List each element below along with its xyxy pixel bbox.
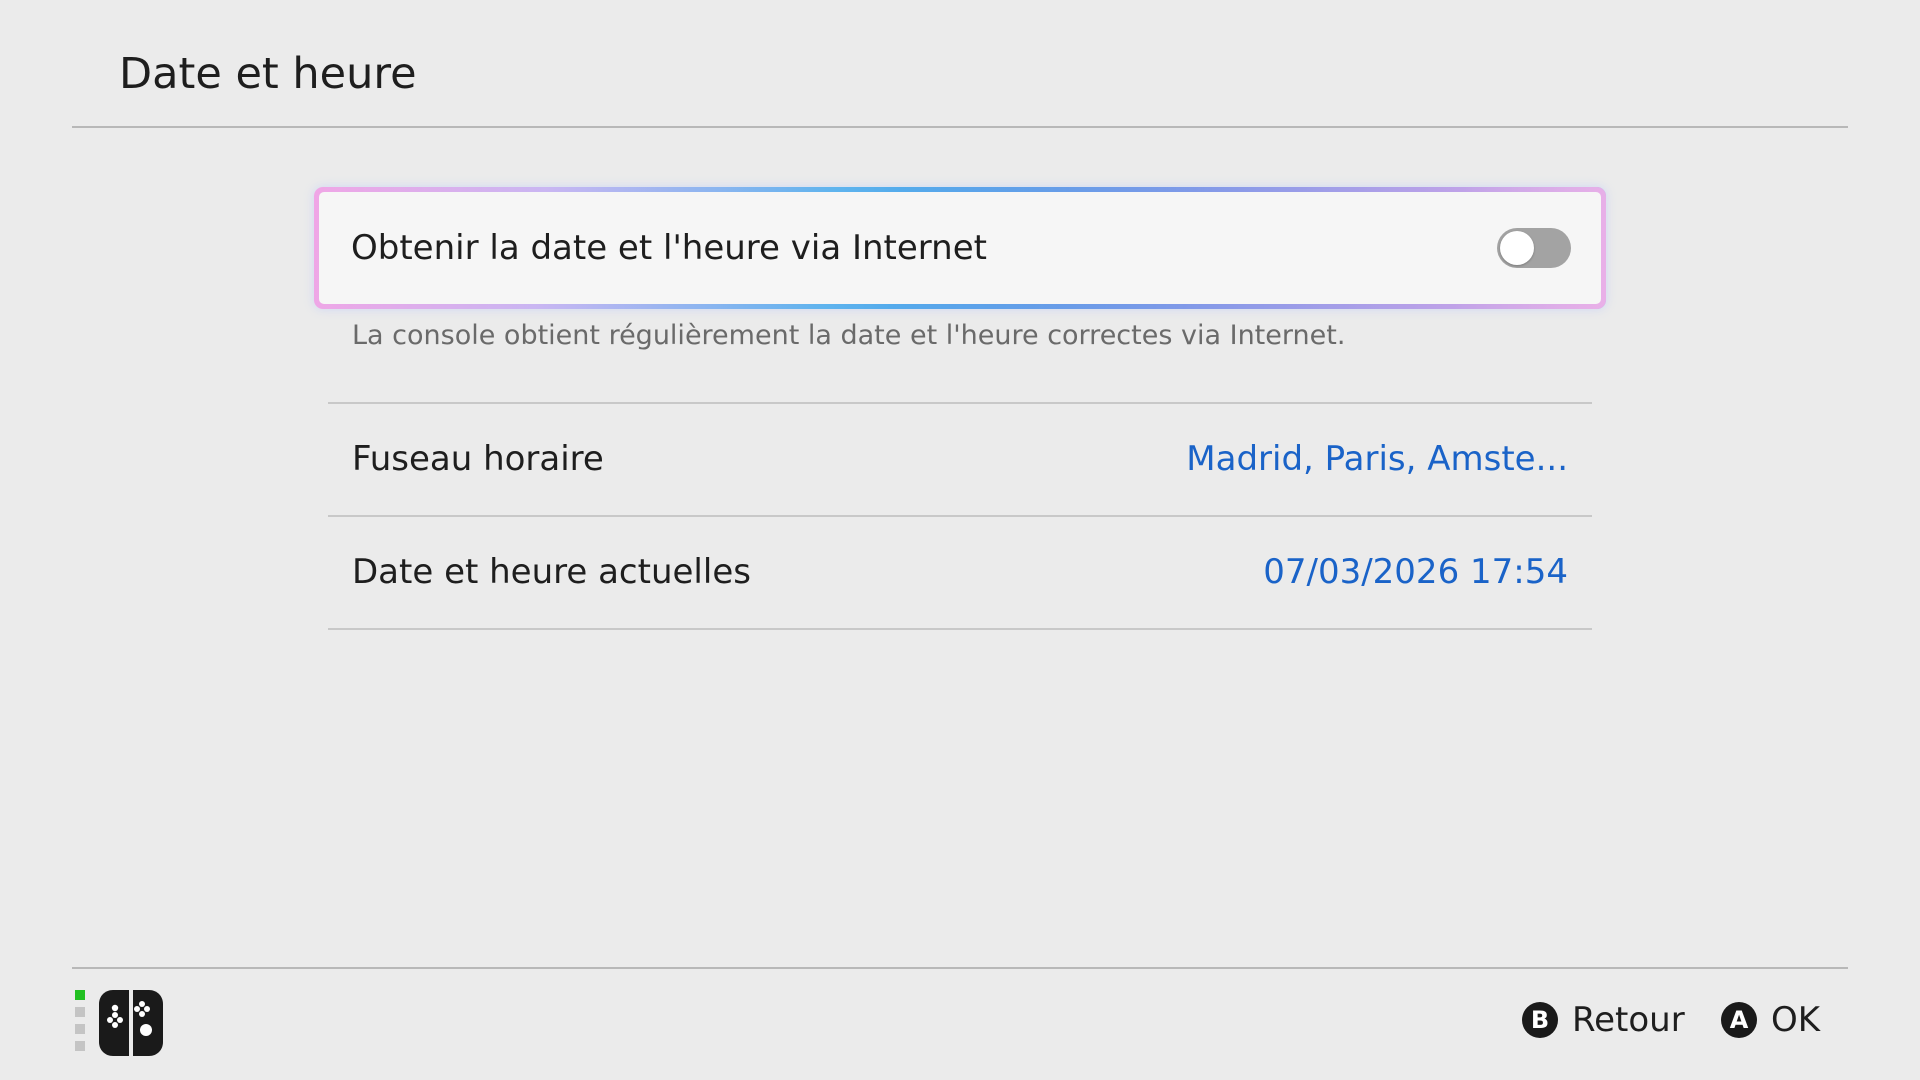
footer-divider: [72, 967, 1848, 969]
current-datetime-label: Date et heure actuelles: [352, 552, 751, 592]
row-divider: [328, 628, 1592, 630]
internet-sync-label: Obtenir la date et l'heure via Internet: [351, 228, 987, 268]
player-led-1: [75, 990, 85, 1000]
setting-row-current-datetime[interactable]: Date et heure actuelles 07/03/2026 17:54: [328, 517, 1592, 627]
joycon-pair-icon: [99, 990, 163, 1056]
settings-screen: Date et heure Obtenir la date et l'heure…: [0, 0, 1920, 1080]
toggle-knob: [1500, 231, 1534, 265]
timezone-label: Fuseau horaire: [352, 439, 604, 479]
current-datetime-value: 07/03/2026 17:54: [1263, 552, 1568, 592]
timezone-value: Madrid, Paris, Amste...: [1186, 439, 1568, 479]
player-led-2: [75, 1007, 85, 1017]
player-led-4: [75, 1041, 85, 1051]
internet-sync-description: La console obtient régulièrement la date…: [352, 320, 1346, 351]
player-led-indicator: [75, 990, 85, 1052]
player-led-3: [75, 1024, 85, 1034]
setting-row-timezone[interactable]: Fuseau horaire Madrid, Paris, Amste...: [328, 404, 1592, 514]
controller-status: [75, 990, 165, 1056]
a-button-icon: A: [1721, 1002, 1757, 1038]
back-label: Retour: [1572, 1000, 1685, 1040]
back-action[interactable]: B Retour: [1522, 1000, 1685, 1040]
b-button-icon: B: [1522, 1002, 1558, 1038]
internet-sync-row[interactable]: Obtenir la date et l'heure via Internet: [319, 192, 1601, 304]
header-divider: [72, 126, 1848, 128]
ok-action[interactable]: A OK: [1721, 1000, 1820, 1040]
ok-label: OK: [1771, 1000, 1821, 1040]
internet-sync-row-focus[interactable]: Obtenir la date et l'heure via Internet: [314, 187, 1606, 309]
page-title: Date et heure: [119, 49, 417, 99]
internet-sync-toggle[interactable]: [1497, 228, 1571, 268]
